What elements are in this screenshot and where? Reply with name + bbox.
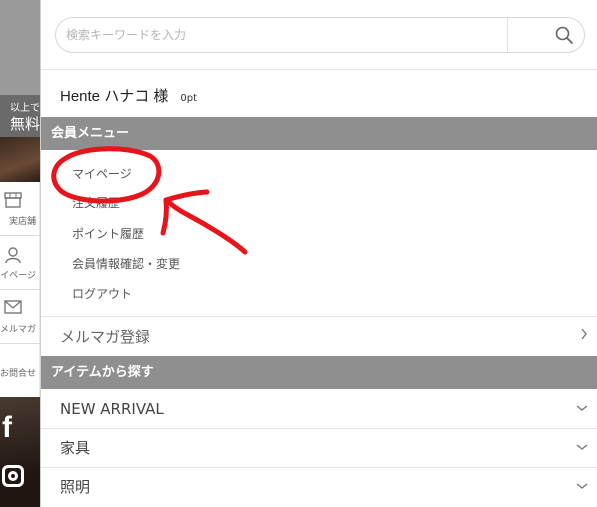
promo-line-2: 無料 [9, 115, 40, 133]
chevron-down-icon [576, 429, 588, 467]
search-icon [555, 26, 573, 44]
search-button[interactable] [508, 18, 584, 52]
category-new-arrival[interactable]: NEW ARRIVAL [41, 390, 597, 428]
facebook-icon: f [2, 411, 12, 444]
drawer-menu: Hente ハナコ 様0pt 会員メニュー マイページ 注文履歴 ポイント履歴 … [40, 0, 597, 507]
chevron-down-icon [576, 468, 588, 506]
background-nav-mypage: マイページ [0, 236, 40, 290]
divider [41, 316, 597, 317]
background-header [0, 0, 40, 95]
background-nav-newsletter: メルマガ [0, 290, 40, 344]
category-lighting[interactable]: 照明 [41, 468, 597, 506]
background-side-nav: 実店舗 マイページ メルマガ お問合せ [0, 182, 40, 397]
newsletter-signup-row[interactable]: メルマガ登録 [41, 318, 597, 356]
menu-item-order-history[interactable]: 注文履歴 [72, 194, 120, 211]
mail-icon [3, 300, 23, 318]
store-icon [3, 192, 23, 210]
background-promo-banner: 以上で 無料 [0, 95, 40, 137]
category-furniture[interactable]: 家具 [41, 429, 597, 467]
person-icon [3, 246, 23, 264]
background-nav-label: マイページ [0, 271, 36, 281]
search-box [55, 17, 585, 53]
menu-item-mypage[interactable]: マイページ [72, 165, 132, 182]
search-input[interactable] [66, 18, 506, 52]
background-nav-store: 実店舗 [0, 182, 40, 236]
menu-item-point-history[interactable]: ポイント履歴 [72, 225, 144, 242]
background-nav-label: メルマガ [0, 325, 36, 335]
background-photo [0, 137, 40, 182]
background-social-area: f [0, 397, 40, 507]
promo-line-1: 以上で [10, 103, 40, 114]
menu-item-logout[interactable]: ログアウト [72, 285, 132, 302]
instagram-icon [2, 465, 24, 487]
category-label: 家具 [60, 439, 91, 457]
category-label: 照明 [60, 478, 91, 496]
chevron-right-icon [580, 318, 588, 356]
chevron-down-icon [576, 390, 588, 428]
newsletter-label: メルマガ登録 [60, 328, 151, 346]
background-nav-contact: お問合せ [0, 344, 40, 398]
background-nav-label: 実店舗 [8, 217, 36, 227]
menu-item-member-info[interactable]: 会員情報確認・変更 [72, 255, 180, 272]
background-nav-label: お問合せ [0, 369, 36, 379]
divider [41, 69, 597, 70]
items-section-heading: アイテムから探す [41, 356, 597, 389]
category-label: NEW ARRIVAL [60, 400, 164, 418]
user-points: 0pt [180, 93, 198, 104]
member-menu-heading: 会員メニュー [41, 117, 597, 150]
page: 以上で 無料 実店舗 マイページ メルマガ お問合せ f [0, 0, 597, 507]
user-greeting: Hente ハナコ 様 0pt [60, 85, 197, 106]
user-name: Hente ハナコ 様 [60, 88, 169, 105]
